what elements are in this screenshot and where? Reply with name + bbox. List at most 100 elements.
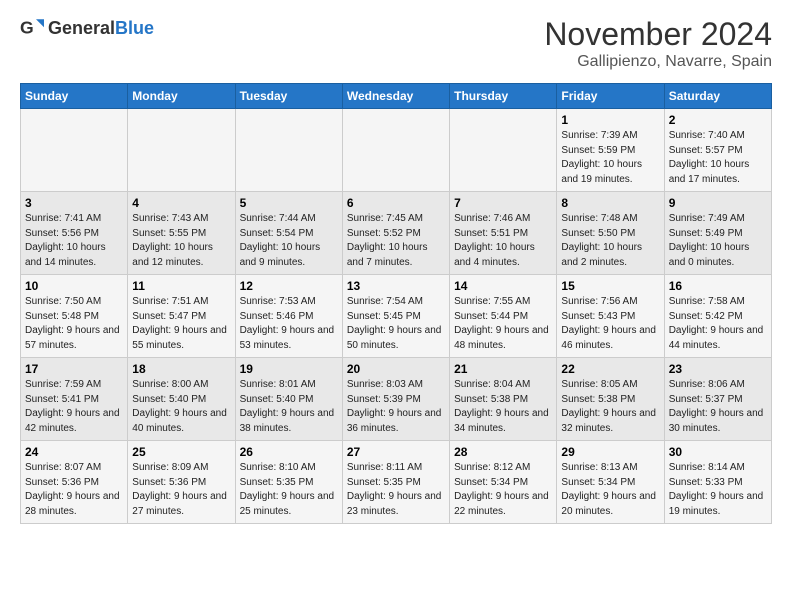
weekday-header-monday: Monday xyxy=(128,84,235,109)
calendar-cell: 26Sunrise: 8:10 AM Sunset: 5:35 PM Dayli… xyxy=(235,441,342,524)
calendar-cell xyxy=(21,109,128,192)
calendar-cell: 27 Sunrise: 8:11 AM Sunset: 5:35 PM Dayli… xyxy=(342,441,449,524)
day-info: Sunrise: 7:50 AM Sunset: 5:48 PM Dayligh… xyxy=(25,295,123,353)
page-container: G GeneralBlue November 2024 Gallipienzo,… xyxy=(0,0,792,534)
day-number: 28 xyxy=(454,445,552,459)
calendar-cell: 28 Sunrise: 8:12 AM Sunset: 5:34 PM Dayli… xyxy=(450,441,557,524)
logo-general: General xyxy=(48,18,115,38)
calendar-cell: 1Sunrise: 7:39 AM Sunset: 5:59 PM Daylig… xyxy=(557,109,664,192)
day-number: 4 xyxy=(132,196,230,210)
day-number: 23 xyxy=(669,362,767,376)
weekday-header-friday: Friday xyxy=(557,84,664,109)
day-number: 14 xyxy=(454,279,552,293)
day-number: 16 xyxy=(669,279,767,293)
logo-blue: Blue xyxy=(115,18,154,38)
day-info: Sunrise: 7:53 AM Sunset: 5:46 PM Dayligh… xyxy=(240,295,338,353)
header: G GeneralBlue November 2024 Gallipienzo,… xyxy=(20,16,772,71)
day-number: 25 xyxy=(132,445,230,459)
calendar-week-row: 1Sunrise: 7:39 AM Sunset: 5:59 PM Daylig… xyxy=(21,109,772,192)
day-number: 13 xyxy=(347,279,445,293)
calendar-cell: 17 Sunrise: 7:59 AM Sunset: 5:41 PM Dayli… xyxy=(21,358,128,441)
day-number: 18 xyxy=(132,362,230,376)
weekday-header-tuesday: Tuesday xyxy=(235,84,342,109)
calendar-week-row: 17 Sunrise: 7:59 AM Sunset: 5:41 PM Dayli… xyxy=(21,358,772,441)
calendar-cell: 13Sunrise: 7:54 AM Sunset: 5:45 PM Dayli… xyxy=(342,275,449,358)
day-info: Sunrise: 7:39 AM Sunset: 5:59 PM Dayligh… xyxy=(561,129,659,187)
day-info: Sunrise: 7:59 AM Sunset: 5:41 PM Dayligh… xyxy=(25,378,123,436)
day-number: 9 xyxy=(669,196,767,210)
day-info: Sunrise: 7:40 AM Sunset: 5:57 PM Dayligh… xyxy=(669,129,767,187)
day-info: Sunrise: 8:05 AM Sunset: 5:38 PM Dayligh… xyxy=(561,378,659,436)
day-info: Sunrise: 7:41 AM Sunset: 5:56 PM Dayligh… xyxy=(25,212,123,270)
logo-icon: G xyxy=(20,16,44,40)
day-number: 10 xyxy=(25,279,123,293)
day-info: Sunrise: 8:13 AM Sunset: 5:34 PM Dayligh… xyxy=(561,461,659,519)
calendar-cell: 30 Sunrise: 8:14 AM Sunset: 5:33 PM Dayli… xyxy=(664,441,771,524)
calendar-cell xyxy=(342,109,449,192)
day-number: 2 xyxy=(669,113,767,127)
day-number: 12 xyxy=(240,279,338,293)
calendar-cell xyxy=(235,109,342,192)
day-number: 20 xyxy=(347,362,445,376)
calendar-cell: 15Sunrise: 7:56 AM Sunset: 5:43 PM Dayli… xyxy=(557,275,664,358)
day-info: Sunrise: 7:58 AM Sunset: 5:42 PM Dayligh… xyxy=(669,295,767,353)
weekday-header-wednesday: Wednesday xyxy=(342,84,449,109)
day-number: 6 xyxy=(347,196,445,210)
calendar-cell: 4 Sunrise: 7:43 AM Sunset: 5:55 PM Daylig… xyxy=(128,192,235,275)
day-info: Sunrise: 8:03 AM Sunset: 5:39 PM Dayligh… xyxy=(347,378,445,436)
day-info: Sunrise: 8:00 AM Sunset: 5:40 PM Dayligh… xyxy=(132,378,230,436)
day-info: Sunrise: 7:45 AM Sunset: 5:52 PM Dayligh… xyxy=(347,212,445,270)
day-info: Sunrise: 7:55 AM Sunset: 5:44 PM Dayligh… xyxy=(454,295,552,353)
weekday-header-row: SundayMondayTuesdayWednesdayThursdayFrid… xyxy=(21,84,772,109)
day-info: Sunrise: 8:04 AM Sunset: 5:38 PM Dayligh… xyxy=(454,378,552,436)
weekday-header-sunday: Sunday xyxy=(21,84,128,109)
calendar-cell xyxy=(128,109,235,192)
day-number: 5 xyxy=(240,196,338,210)
calendar-cell: 2 Sunrise: 7:40 AM Sunset: 5:57 PM Daylig… xyxy=(664,109,771,192)
calendar-title: November 2024 xyxy=(544,16,772,53)
day-info: Sunrise: 7:46 AM Sunset: 5:51 PM Dayligh… xyxy=(454,212,552,270)
day-info: Sunrise: 8:14 AM Sunset: 5:33 PM Dayligh… xyxy=(669,461,767,519)
calendar-cell: 29Sunrise: 8:13 AM Sunset: 5:34 PM Dayli… xyxy=(557,441,664,524)
calendar-cell: 21Sunrise: 8:04 AM Sunset: 5:38 PM Dayli… xyxy=(450,358,557,441)
day-number: 30 xyxy=(669,445,767,459)
calendar-cell: 8 Sunrise: 7:48 AM Sunset: 5:50 PM Daylig… xyxy=(557,192,664,275)
day-number: 17 xyxy=(25,362,123,376)
calendar-week-row: 3 Sunrise: 7:41 AM Sunset: 5:56 PM Daylig… xyxy=(21,192,772,275)
day-info: Sunrise: 7:44 AM Sunset: 5:54 PM Dayligh… xyxy=(240,212,338,270)
calendar-cell xyxy=(450,109,557,192)
calendar-cell: 9Sunrise: 7:49 AM Sunset: 5:49 PM Daylig… xyxy=(664,192,771,275)
day-number: 24 xyxy=(25,445,123,459)
calendar-cell: 14 Sunrise: 7:55 AM Sunset: 5:44 PM Dayli… xyxy=(450,275,557,358)
day-number: 27 xyxy=(347,445,445,459)
day-info: Sunrise: 8:06 AM Sunset: 5:37 PM Dayligh… xyxy=(669,378,767,436)
calendar-cell: 5 Sunrise: 7:44 AM Sunset: 5:54 PM Daylig… xyxy=(235,192,342,275)
day-info: Sunrise: 7:43 AM Sunset: 5:55 PM Dayligh… xyxy=(132,212,230,270)
calendar-cell: 23 Sunrise: 8:06 AM Sunset: 5:37 PM Dayli… xyxy=(664,358,771,441)
day-number: 8 xyxy=(561,196,659,210)
day-info: Sunrise: 8:11 AM Sunset: 5:35 PM Dayligh… xyxy=(347,461,445,519)
calendar-location: Gallipienzo, Navarre, Spain xyxy=(544,53,772,71)
day-number: 15 xyxy=(561,279,659,293)
day-info: Sunrise: 7:48 AM Sunset: 5:50 PM Dayligh… xyxy=(561,212,659,270)
day-number: 3 xyxy=(25,196,123,210)
weekday-header-thursday: Thursday xyxy=(450,84,557,109)
weekday-header-saturday: Saturday xyxy=(664,84,771,109)
day-number: 7 xyxy=(454,196,552,210)
calendar-week-row: 10 Sunrise: 7:50 AM Sunset: 5:48 PM Dayli… xyxy=(21,275,772,358)
day-number: 26 xyxy=(240,445,338,459)
calendar-cell: 7 Sunrise: 7:46 AM Sunset: 5:51 PM Daylig… xyxy=(450,192,557,275)
calendar-cell: 10 Sunrise: 7:50 AM Sunset: 5:48 PM Dayli… xyxy=(21,275,128,358)
day-info: Sunrise: 8:01 AM Sunset: 5:40 PM Dayligh… xyxy=(240,378,338,436)
day-info: Sunrise: 8:12 AM Sunset: 5:34 PM Dayligh… xyxy=(454,461,552,519)
calendar-cell: 18 Sunrise: 8:00 AM Sunset: 5:40 PM Dayli… xyxy=(128,358,235,441)
day-info: Sunrise: 8:07 AM Sunset: 5:36 PM Dayligh… xyxy=(25,461,123,519)
calendar-week-row: 24 Sunrise: 8:07 AM Sunset: 5:36 PM Dayli… xyxy=(21,441,772,524)
calendar-table: SundayMondayTuesdayWednesdayThursdayFrid… xyxy=(20,83,772,524)
calendar-cell: 20 Sunrise: 8:03 AM Sunset: 5:39 PM Dayli… xyxy=(342,358,449,441)
day-number: 11 xyxy=(132,279,230,293)
calendar-cell: 3 Sunrise: 7:41 AM Sunset: 5:56 PM Daylig… xyxy=(21,192,128,275)
day-number: 22 xyxy=(561,362,659,376)
svg-text:G: G xyxy=(20,18,34,38)
calendar-cell: 12 Sunrise: 7:53 AM Sunset: 5:46 PM Dayli… xyxy=(235,275,342,358)
